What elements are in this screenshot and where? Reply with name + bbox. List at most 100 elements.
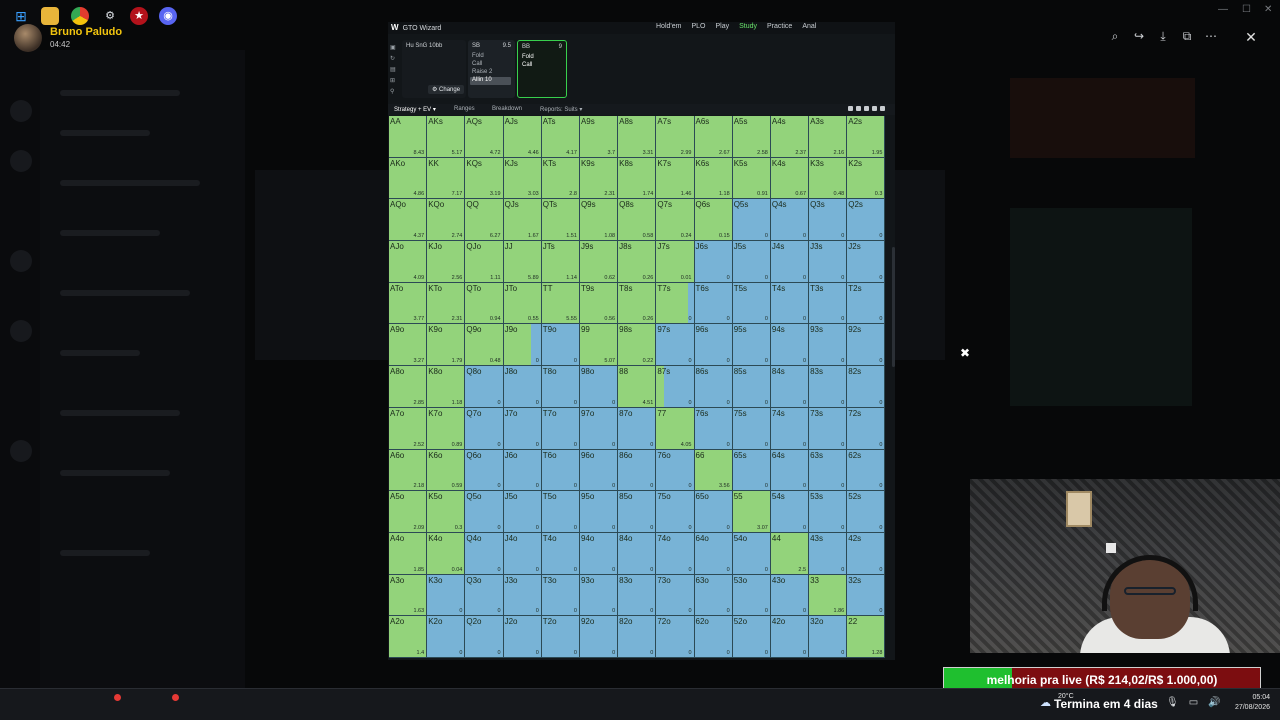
bb-card[interactable]: BB 9 Fold Call [517, 40, 567, 98]
hand-cell-55[interactable]: 55 3.07 [732, 491, 771, 533]
hand-cell-t7s[interactable]: T7s 0 [656, 282, 695, 325]
hand-cell-32o[interactable]: 32o 0 [809, 616, 848, 658]
hand-cell-q3s[interactable]: Q3s 0 [809, 199, 848, 242]
hand-cell-t8s[interactable]: T8s 0.26 [618, 282, 657, 325]
hand-cell-k5o[interactable]: K5o 0.3 [427, 491, 466, 533]
hand-cell-q2o[interactable]: Q2o 0 [465, 616, 504, 658]
hand-cell-63o[interactable]: 63o 0 [694, 574, 733, 617]
hand-cell-qts[interactable]: QTs 1.51 [541, 199, 580, 242]
hand-cell-k3o[interactable]: K3o 0 [427, 574, 466, 617]
hand-cell-a6s[interactable]: A6s 2.67 [694, 116, 733, 158]
hand-cell-aa[interactable]: AA 8.43 [389, 116, 428, 158]
holdem-pill[interactable]: Hold'em [656, 23, 681, 30]
hand-cell-k3s[interactable]: K3s 0.48 [809, 157, 848, 200]
tab-strategy-ev[interactable]: Strategy + EV ▾ [394, 106, 436, 113]
bb-action-fold[interactable]: Fold [522, 54, 534, 60]
hand-cell-qq[interactable]: QQ 6.27 [465, 199, 504, 242]
hand-cell-73s[interactable]: 73s 0 [809, 407, 848, 450]
hand-cell-q6s[interactable]: Q6s 0.15 [694, 199, 733, 242]
hand-cell-t5o[interactable]: T5o 0 [541, 491, 580, 533]
save-icon[interactable]: ▤ [390, 66, 396, 74]
hand-cell-65s[interactable]: 65s 0 [732, 449, 771, 492]
hand-cell-92o[interactable]: 92o 0 [579, 616, 619, 658]
hand-cell-jto[interactable]: JTo 0.55 [503, 282, 542, 325]
hand-cell-a6o[interactable]: A6o 2.18 [389, 449, 428, 492]
plo-pill[interactable]: PLO [691, 23, 705, 30]
hand-cell-93o[interactable]: 93o 0 [579, 574, 619, 617]
hand-cell-j4s[interactable]: J4s 0 [770, 241, 810, 283]
hand-cell-77[interactable]: 77 4.05 [656, 407, 695, 450]
hand-cell-84o[interactable]: 84o 0 [618, 532, 657, 575]
hand-cell-42o[interactable]: 42o 0 [770, 616, 810, 658]
share-icon[interactable]: ↪ [1132, 28, 1146, 44]
hand-cell-kto[interactable]: KTo 2.31 [427, 282, 466, 325]
view-icon[interactable] [856, 106, 861, 111]
hand-cell-64o[interactable]: 64o 0 [694, 532, 733, 575]
hand-cell-t7o[interactable]: T7o 0 [541, 407, 580, 450]
sb-action-call[interactable]: Call [472, 61, 482, 67]
config-card[interactable]: Hu SnG 10bb ⚙ Change [402, 40, 466, 98]
change-button[interactable]: ⚙ Change [428, 85, 465, 94]
hand-cell-q3o[interactable]: Q3o 0 [465, 574, 504, 617]
hand-cell-ato[interactable]: ATo 3.77 [389, 282, 428, 325]
view-icon[interactable] [872, 106, 877, 111]
file-explorer-icon[interactable] [41, 7, 59, 25]
hand-cell-62s[interactable]: 62s 0 [847, 449, 886, 492]
hand-cell-98s[interactable]: 98s 0.22 [618, 324, 657, 367]
hand-cell-k5s[interactable]: K5s 0.91 [732, 157, 771, 200]
hand-cell-j2o[interactable]: J2o 0 [503, 616, 542, 658]
hand-cell-33[interactable]: 33 1.86 [809, 574, 848, 617]
bb-action-call[interactable]: Call [522, 62, 532, 68]
tab-breakdown[interactable]: Breakdown [492, 106, 522, 112]
hand-cell-a9s[interactable]: A9s 3.7 [579, 116, 619, 158]
hand-cell-93s[interactable]: 93s 0 [809, 324, 848, 367]
hand-cell-q9s[interactable]: Q9s 1.08 [579, 199, 619, 242]
download-icon[interactable]: ⤓ [1156, 28, 1170, 44]
windows-start-icon[interactable]: ⊞ [12, 7, 30, 25]
hand-cell-t3o[interactable]: T3o 0 [541, 574, 580, 617]
hand-cell-a7s[interactable]: A7s 2.99 [656, 116, 695, 158]
nav-analyze[interactable]: Anal [802, 23, 816, 30]
hand-cell-k4s[interactable]: K4s 0.67 [770, 157, 810, 200]
refresh-icon[interactable]: ↻ [390, 55, 396, 63]
hand-cell-a5o[interactable]: A5o 2.09 [389, 491, 428, 533]
hand-cell-q8o[interactable]: Q8o 0 [465, 366, 504, 408]
hand-cell-q4s[interactable]: Q4s 0 [770, 199, 810, 242]
hand-cell-63s[interactable]: 63s 0 [809, 449, 848, 492]
maximize-icon[interactable]: ☐ [1242, 4, 1251, 15]
hand-cell-32s[interactable]: 32s 0 [847, 574, 886, 617]
hand-cell-j3o[interactable]: J3o 0 [503, 574, 542, 617]
nav-study[interactable]: Study [739, 23, 757, 30]
hand-cell-72s[interactable]: 72s 0 [847, 407, 886, 450]
hand-cell-aqs[interactable]: AQs 4.72 [465, 116, 504, 158]
hand-cell-q5o[interactable]: Q5o 0 [465, 491, 504, 533]
hand-cell-87o[interactable]: 87o 0 [618, 407, 657, 450]
nav-play[interactable]: Play [715, 23, 729, 30]
hand-cell-kts[interactable]: KTs 2.8 [541, 157, 580, 200]
hand-cell-kk[interactable]: KK 7.17 [427, 157, 466, 200]
hand-cell-qto[interactable]: QTo 0.94 [465, 282, 504, 325]
hand-cell-75s[interactable]: 75s 0 [732, 407, 771, 450]
table-icon[interactable]: ⊞ [390, 77, 396, 85]
hand-cell-83o[interactable]: 83o 0 [618, 574, 657, 617]
weather-icon[interactable]: ☁ [1040, 696, 1051, 709]
hand-cell-j8o[interactable]: J8o 0 [503, 366, 542, 408]
hand-cell-t2o[interactable]: T2o 0 [541, 616, 580, 658]
hand-cell-84s[interactable]: 84s 0 [770, 366, 810, 408]
hand-cell-44[interactable]: 44 2.5 [770, 532, 810, 575]
hand-cell-53s[interactable]: 53s 0 [809, 491, 848, 533]
hand-cell-a2o[interactable]: A2o 1.4 [389, 616, 428, 658]
hand-cell-76s[interactable]: 76s 0 [694, 407, 733, 450]
hand-cell-86s[interactable]: 86s 0 [694, 366, 733, 408]
hand-cell-j6s[interactable]: J6s 0 [694, 241, 733, 283]
volume-icon[interactable]: 🔊 [1208, 697, 1220, 708]
hand-cell-a5s[interactable]: A5s 2.58 [732, 116, 771, 158]
hand-cell-k2o[interactable]: K2o 0 [427, 616, 466, 658]
hand-cell-94o[interactable]: 94o 0 [579, 532, 619, 575]
hand-cell-a3s[interactable]: A3s 2.16 [809, 116, 848, 158]
hand-cell-97s[interactable]: 97s 0 [656, 324, 695, 367]
hand-cell-95o[interactable]: 95o 0 [579, 491, 619, 533]
hand-cell-42s[interactable]: 42s 0 [847, 532, 886, 575]
hand-cell-62o[interactable]: 62o 0 [694, 616, 733, 658]
hand-cell-72o[interactable]: 72o 0 [656, 616, 695, 658]
